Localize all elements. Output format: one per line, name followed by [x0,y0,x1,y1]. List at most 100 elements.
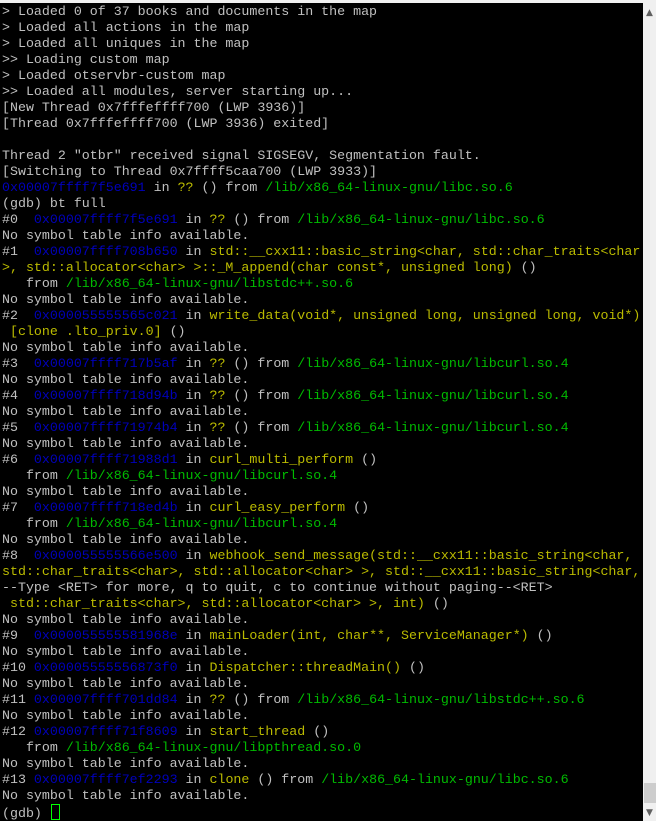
terminal-line: No symbol table info available. [2,612,643,628]
function-segment: >, std::allocator<char> >::_M_append(cha… [2,260,513,275]
text-segment: #11 [2,692,34,707]
terminal-line: --Type <RET> for more, q to quit, c to c… [2,580,643,596]
terminal-line: #3 0x00007ffff717b5af in ?? () from /lib… [2,356,643,372]
function-segment: std::char_traits<char>, std::allocator<c… [2,564,641,579]
text-segment: No symbol table info available. [2,340,250,355]
text-segment: #2 [2,308,34,323]
terminal-line: #1 0x00007ffff708b650 in std::__cxx11::b… [2,244,643,260]
terminal-line: > Loaded all uniques in the map [2,36,643,52]
text-segment: in [145,180,178,195]
scroll-down-arrow-icon[interactable]: ▼ [643,806,656,820]
function-segment: write_data(void*, unsigned long, unsigne… [209,308,641,323]
terminal-line: #10 0x00005555556873f0 in Dispatcher::th… [2,660,643,676]
terminal-line: #8 0x000055555566e500 in webhook_send_me… [2,548,643,564]
scroll-up-arrow-icon[interactable]: ▲ [643,6,656,20]
text-segment: in [177,452,210,467]
text-segment: > Loaded all actions in the map [2,20,250,35]
text-segment: No symbol table info available. [2,484,250,499]
terminal-line: [New Thread 0x7fffeffff700 (LWP 3936)] [2,100,643,116]
library-path-segment: /lib/x86_64-linux-gnu/libc.so.6 [321,772,569,787]
terminal-line: >> Loaded all modules, server starting u… [2,84,643,100]
function-segment: [clone .lto_priv.0] [2,324,162,339]
text-segment: () [353,452,378,467]
text-segment: in [177,308,210,323]
function-segment: ?? [209,212,226,227]
text-segment: [Switching to Thread 0x7ffff5caa700 (LWP… [2,164,378,179]
text-segment: from [2,516,66,531]
terminal-line: No symbol table info available. [2,644,643,660]
terminal-line: No symbol table info available. [2,228,643,244]
function-segment: ?? [209,692,226,707]
text-segment: #9 [2,628,34,643]
function-segment: std::char_traits<char>, std::allocator<c… [2,596,425,611]
text-segment: #12 [2,724,34,739]
terminal-line: No symbol table info available. [2,532,643,548]
terminal-line: No symbol table info available. [2,676,643,692]
text-segment: #13 [2,772,34,787]
text-segment: () [512,260,537,275]
address-segment: 0x00007ffff701dd84 [33,692,178,707]
terminal-line: std::char_traits<char>, std::allocator<c… [2,564,643,580]
terminal-line: from /lib/x86_64-linux-gnu/libcurl.so.4 [2,468,643,484]
library-path-segment: /lib/x86_64-linux-gnu/libcurl.so.4 [297,356,569,371]
text-segment: () from [225,212,298,227]
terminal-line: > Loaded 0 of 37 books and documents in … [2,4,643,20]
gdb-prompt-line[interactable]: (gdb) [2,804,643,821]
library-path-segment: /lib/x86_64-linux-gnu/libc.so.6 [297,212,545,227]
function-segment: Dispatcher::threadMain() [209,660,401,675]
address-segment: 0x00007ffff71974b4 [33,420,178,435]
text-segment: >> Loaded all modules, server starting u… [2,84,354,99]
terminal-line: from /lib/x86_64-linux-gnu/libstdc++.so.… [2,276,643,292]
gdb-prompt: (gdb) [2,806,50,821]
text-segment: #3 [2,356,34,371]
library-path-segment: /lib/x86_64-linux-gnu/libstdc++.so.6 [65,276,354,291]
text-segment: () from [225,692,298,707]
library-path-segment: /lib/x86_64-linux-gnu/libc.so.6 [265,180,513,195]
text-segment: () from [249,772,322,787]
terminal-output[interactable]: > Loaded 0 of 37 books and documents in … [2,4,643,821]
text-segment: in [177,692,210,707]
text-segment: #8 [2,548,34,563]
address-segment: 0x00007ffff717b5af [33,356,178,371]
text-segment: () [528,628,553,643]
text-segment: No symbol table info available. [2,292,250,307]
function-segment: curl_multi_perform [209,452,354,467]
terminal-line: 0x00007ffff7f5e691 in ?? () from /lib/x8… [2,180,643,196]
scrollbar-thumb[interactable] [644,783,656,803]
address-segment: 0x000055555565c021 [33,308,178,323]
text-segment: #4 [2,388,34,403]
text-cursor[interactable] [50,804,60,820]
library-path-segment: /lib/x86_64-linux-gnu/libcurl.so.4 [297,388,569,403]
text-segment: () [424,596,449,611]
text-segment: #6 [2,452,34,467]
terminal-line: No symbol table info available. [2,708,643,724]
function-segment: webhook_send_message(std::__cxx11::basic… [209,548,633,563]
text-segment: from [2,276,66,291]
terminal-line: #5 0x00007ffff71974b4 in ?? () from /lib… [2,420,643,436]
text-segment: #10 [2,660,34,675]
text-segment: () [161,324,186,339]
terminal-line: #12 0x00007ffff71f8609 in start_thread (… [2,724,643,740]
text-segment: [Thread 0x7fffeffff700 (LWP 3936) exited… [2,116,330,131]
text-segment: () from [193,180,266,195]
terminal-line: #6 0x00007ffff71988d1 in curl_multi_perf… [2,452,643,468]
library-path-segment: /lib/x86_64-linux-gnu/libstdc++.so.6 [297,692,585,707]
vertical-scrollbar[interactable]: ▲ ▼ [643,3,656,821]
text-segment: in [177,724,210,739]
library-path-segment: /lib/x86_64-linux-gnu/libcurl.so.4 [65,468,338,483]
text-segment: No symbol table info available. [2,644,250,659]
terminal-line: #0 0x00007ffff7f5e691 in ?? () from /lib… [2,212,643,228]
text-segment: No symbol table info available. [2,788,250,803]
text-segment: in [177,628,210,643]
terminal-line: No symbol table info available. [2,436,643,452]
terminal-line: No symbol table info available. [2,404,643,420]
terminal-line: >> Loading custom map [2,52,643,68]
text-segment: () from [225,388,298,403]
library-path-segment: /lib/x86_64-linux-gnu/libcurl.so.4 [297,420,569,435]
text-segment: > Loaded 0 of 37 books and documents in … [2,4,378,19]
terminal-line: #2 0x000055555565c021 in write_data(void… [2,308,643,324]
text-segment: from [2,740,66,755]
text-segment: in [177,356,210,371]
text-segment: #1 [2,244,34,259]
address-segment: 0x00007ffff718ed4b [33,500,178,515]
